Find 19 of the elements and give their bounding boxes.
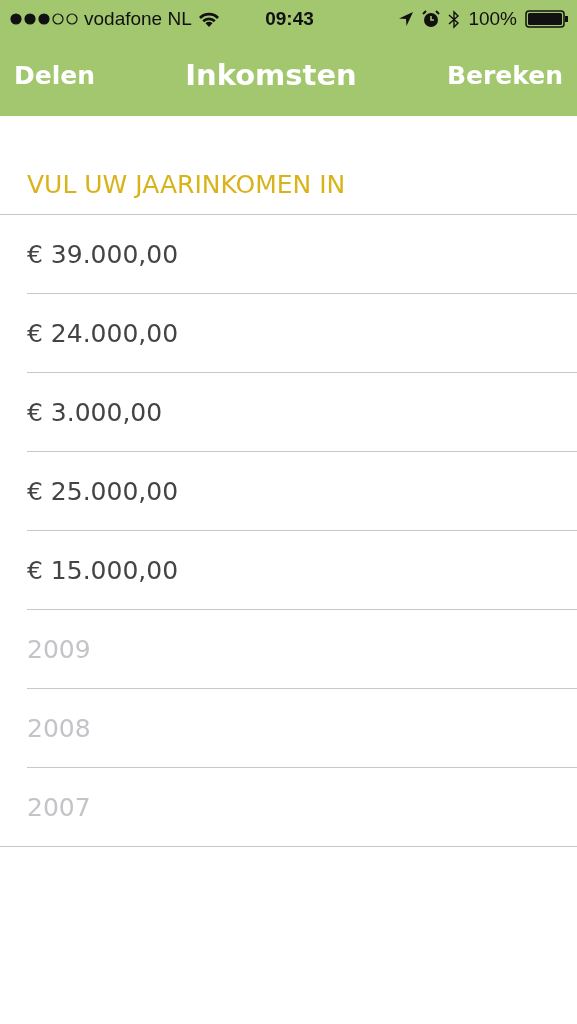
input-field[interactable]: € 3.000,00 [27, 397, 547, 427]
battery-percentage: 100% [468, 8, 517, 30]
screen-title: Inkomsten [185, 58, 357, 92]
alarm-icon [422, 10, 441, 28]
carrier-name: vodafone NL [84, 8, 192, 30]
input-field[interactable]: € 39.000,00 [27, 239, 547, 269]
battery-icon [525, 10, 569, 28]
input-field[interactable]: € 25.000,00 [27, 476, 547, 506]
input-field[interactable]: 2008 [27, 713, 547, 743]
input-field[interactable]: € 24.000,00 [27, 318, 547, 348]
input-field[interactable]: 2007 [27, 792, 547, 822]
location-icon [398, 11, 415, 27]
clock-time: 09:43 [265, 8, 314, 30]
signal-icon [10, 13, 78, 25]
input-field[interactable]: € 15.000,00 [27, 555, 547, 585]
input-field[interactable]: 2009 [27, 634, 547, 664]
bluetooth-icon [448, 9, 461, 29]
section-heading: VUL UW JAARINKOMEN IN [27, 170, 346, 199]
wifi-icon [197, 10, 220, 28]
